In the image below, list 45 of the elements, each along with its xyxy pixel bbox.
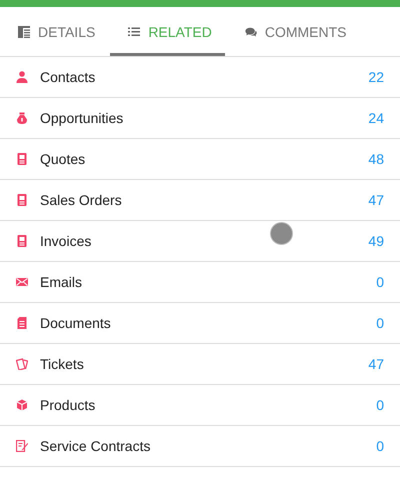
sales-order-icon [16, 194, 28, 206]
document-icon [16, 317, 28, 329]
item-label: Quotes [40, 151, 86, 167]
envelope-icon [16, 276, 28, 288]
invoice-icon [16, 235, 28, 247]
item-label: Contacts [40, 69, 96, 85]
item-label: Products [40, 397, 96, 413]
item-count: 47 [368, 192, 384, 208]
item-label: Sales Orders [40, 192, 122, 208]
item-count: 49 [368, 233, 384, 249]
item-count: 0 [376, 315, 384, 331]
related-list-item[interactable]: Documents 0 [0, 303, 400, 344]
contract-icon [16, 440, 28, 452]
item-count: 0 [376, 438, 384, 454]
item-count: 22 [368, 69, 384, 85]
money-bag-icon [16, 112, 28, 124]
related-list-item[interactable]: Emails 0 [0, 262, 400, 303]
item-count: 0 [376, 397, 384, 413]
item-count: 47 [368, 356, 384, 372]
tab[interactable]: DETAILS [0, 7, 108, 56]
item-label: Emails [40, 274, 82, 290]
ticket-icon [16, 358, 28, 370]
related-list-item[interactable]: Contacts 22 [0, 57, 400, 98]
related-list-item[interactable]: Products 0 [0, 385, 400, 426]
tab[interactable]: COMMENTS [226, 7, 360, 56]
related-list-item[interactable]: Tickets 47 [0, 344, 400, 385]
item-label: Opportunities [40, 110, 124, 126]
touch-indicator [270, 222, 293, 245]
comments-icon [244, 26, 257, 38]
item-label: Documents [40, 315, 111, 331]
item-count: 0 [376, 274, 384, 290]
quote-icon [16, 153, 28, 165]
item-count: 24 [368, 110, 384, 126]
related-list-item[interactable]: Sales Orders 47 [0, 180, 400, 221]
related-list-item[interactable]: Service Contracts 0 [0, 426, 400, 467]
item-label: Invoices [40, 233, 92, 249]
details-icon [18, 26, 30, 38]
related-list-item[interactable]: Quotes 48 [0, 139, 400, 180]
box-icon [16, 399, 28, 411]
item-label: Tickets [40, 356, 84, 372]
item-count: 48 [368, 151, 384, 167]
person-icon [16, 71, 28, 83]
related-list-item[interactable]: Opportunities 24 [0, 98, 400, 139]
list-icon [128, 26, 140, 38]
item-label: Service Contracts [40, 438, 150, 454]
